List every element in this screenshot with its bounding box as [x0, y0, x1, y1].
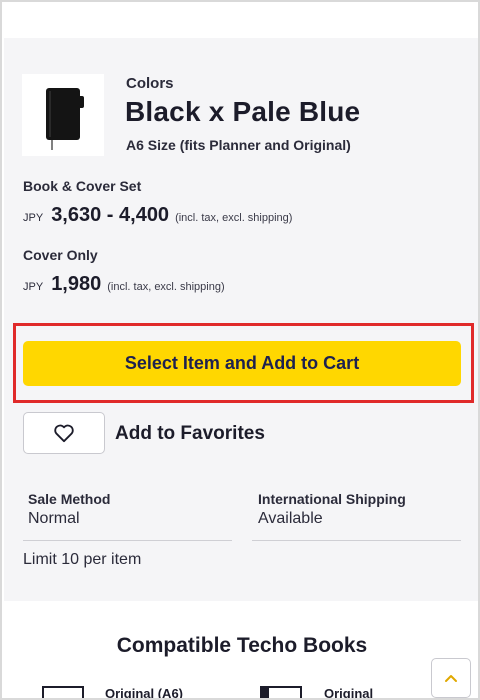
shipping-value: Available: [258, 510, 323, 527]
book-thumbnail[interactable]: [42, 684, 86, 698]
currency-label: JPY: [23, 281, 44, 293]
top-strip: [4, 4, 478, 38]
add-to-cart-label: Select Item and Add to Cart: [124, 353, 360, 373]
compatible-books-title: Compatible Techo Books: [116, 634, 368, 657]
page-frame: Colors Black x Pale Blue A6 Size (fits P…: [0, 0, 480, 700]
set-price: 3,630 - 4,400: [51, 204, 170, 226]
favorite-button[interactable]: [23, 412, 105, 454]
color-name: Black x Pale Blue: [125, 96, 361, 127]
add-to-cart-button[interactable]: Select Item and Add to Cart: [23, 341, 461, 386]
cover-price-label: Cover Only: [23, 247, 98, 263]
book-image: [42, 686, 84, 698]
book-thumbnail[interactable]: [260, 684, 306, 698]
add-to-favorites-label[interactable]: Add to Favorites: [115, 423, 265, 445]
heart-icon: [54, 424, 74, 443]
sale-method-title: Sale Method: [28, 491, 111, 507]
tax-note: (incl. tax, excl. shipping): [175, 212, 293, 224]
divider: [23, 540, 232, 541]
size-note: A6 Size (fits Planner and Original): [126, 137, 351, 153]
set-price-label: Book & Cover Set: [23, 178, 142, 194]
sale-method-value: Normal: [28, 510, 80, 527]
book-image: [260, 686, 302, 698]
book-label[interactable]: Original (A6): [105, 686, 183, 698]
purchase-limit: Limit 10 per item: [23, 551, 142, 568]
divider: [252, 540, 461, 541]
shipping-title: International Shipping: [258, 491, 406, 507]
colors-label: Colors: [126, 75, 174, 92]
cover-price-row: JPY 1,980 (incl. tax, excl. shipping): [23, 273, 225, 296]
chevron-up-icon: [445, 675, 457, 682]
cover-price: 1,980: [51, 273, 102, 295]
tax-note: (incl. tax, excl. shipping): [107, 281, 225, 293]
scroll-to-top-button[interactable]: [431, 658, 471, 698]
set-price-row: JPY 3,630 - 4,400 (incl. tax, excl. ship…: [23, 204, 292, 227]
notebook-cover-image: [46, 88, 84, 150]
product-thumbnail[interactable]: [22, 74, 104, 156]
currency-label: JPY: [23, 212, 44, 224]
book-label[interactable]: Original: [324, 686, 373, 698]
